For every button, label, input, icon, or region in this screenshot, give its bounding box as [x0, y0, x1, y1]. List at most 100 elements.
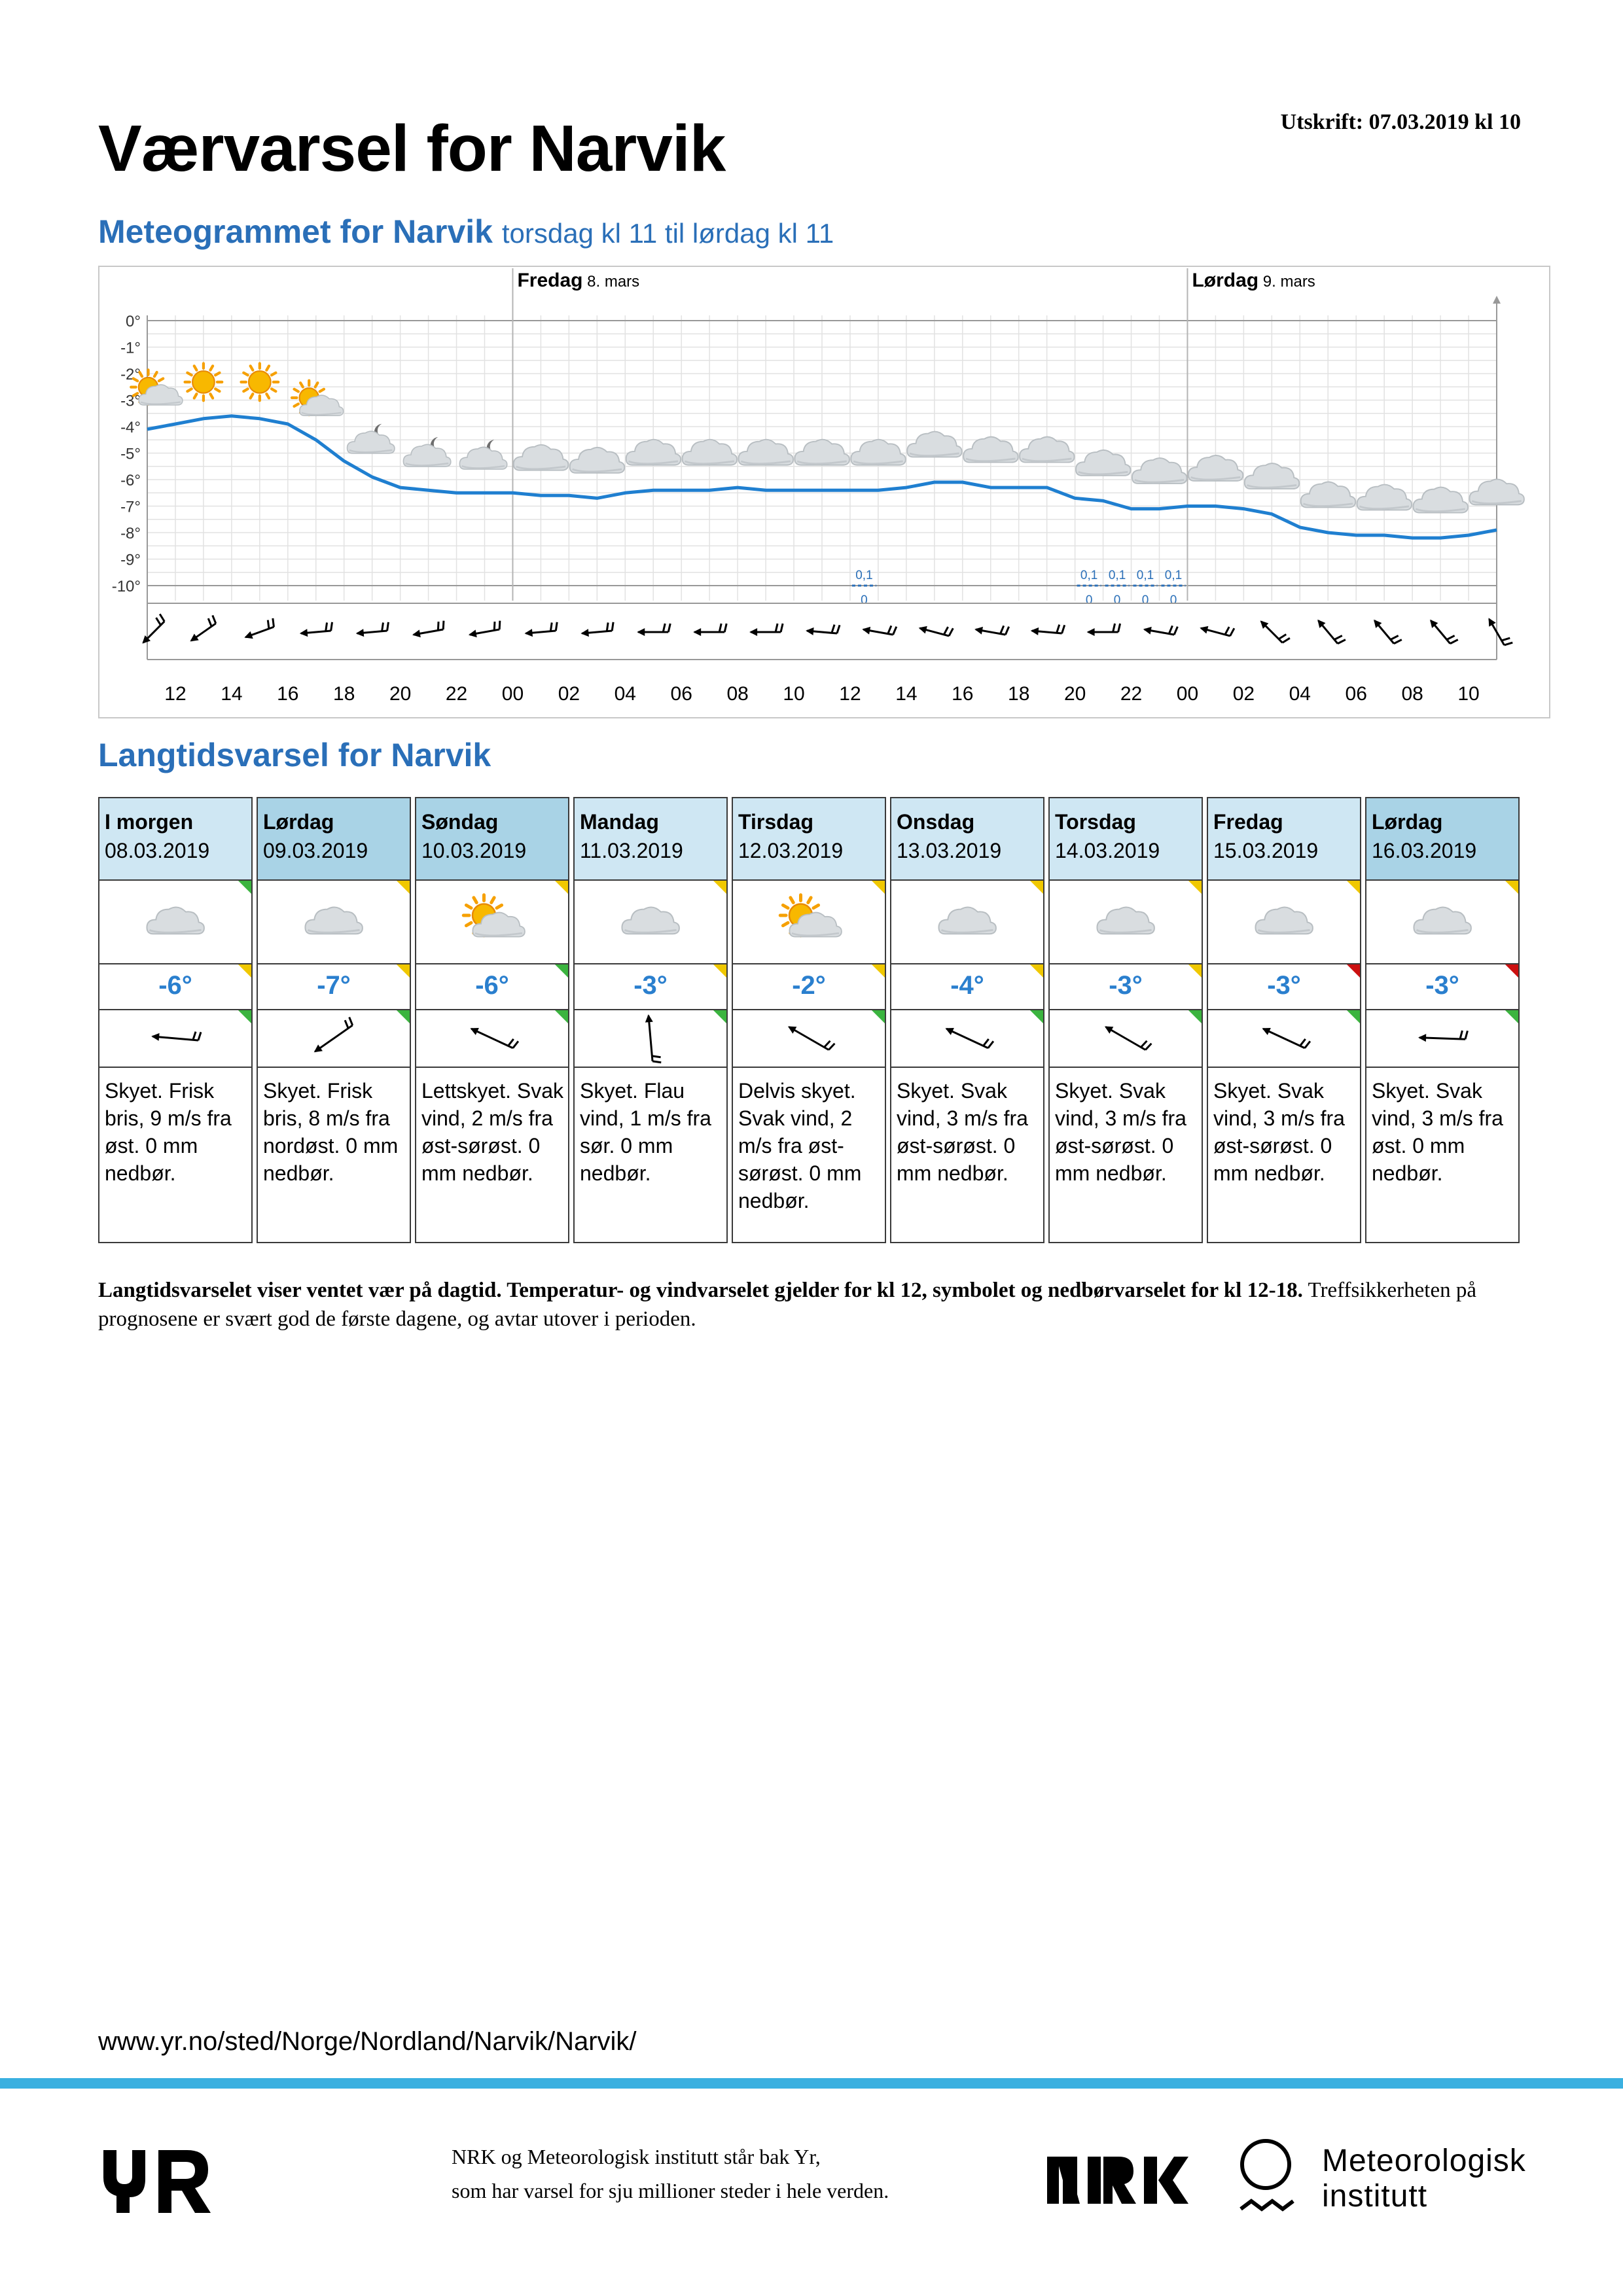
wind-barb [1168, 625, 1173, 635]
forecast-wind-cell [573, 1009, 728, 1068]
forecast-temperature: -6° [475, 971, 509, 1000]
wind-barb [442, 620, 445, 630]
forecast-date: 08.03.2019 [105, 839, 210, 862]
forecast-quality-green-marker [1505, 1010, 1518, 1023]
site-url[interactable]: www.yr.no/sted/Norge/Nordland/Narvik/Nar… [98, 2027, 637, 2057]
y-tick-label: 0° [126, 313, 141, 330]
forecast-symbol-cell [1048, 879, 1203, 964]
cloud-icon [1096, 906, 1155, 935]
x-tick-label: 00 [1177, 683, 1198, 705]
forecast-description: Skyet. Flau vind, 1 m/s fra sør. 0 mm ne… [580, 1079, 711, 1185]
wind-barb [652, 1060, 662, 1064]
wind-barb [325, 622, 329, 631]
cloud-icon [146, 906, 205, 935]
forecast-symbol-cell [1365, 879, 1520, 964]
cloud-shape [1413, 906, 1472, 935]
wind-barb [1229, 627, 1236, 637]
forecast-wind-cell [890, 1009, 1044, 1068]
partly-cloudy-day-icon [290, 379, 344, 417]
forecast-symbol-cell [415, 879, 569, 964]
sun-ray [186, 371, 193, 377]
wind-barb [1145, 1042, 1152, 1051]
forecast-symbol [938, 906, 997, 935]
cloud-shape [621, 906, 680, 935]
arrow-head [1030, 627, 1039, 635]
forecast-symbol [461, 893, 526, 938]
forecast-temperature: -3° [1267, 971, 1301, 1000]
forecast-quality-green-marker [397, 1010, 410, 1023]
forecast-wind-cell [1048, 1009, 1203, 1068]
cloud-shape [1300, 481, 1357, 508]
y-tick-label: -9° [120, 552, 141, 569]
forecast-temperature-cell: -3° [1365, 963, 1520, 1010]
y-tick-label: -10° [112, 578, 141, 595]
cloud-shape [512, 444, 569, 471]
precipitation-min: 0 [1142, 593, 1149, 607]
forecast-wind-svg [645, 1014, 662, 1064]
cloud-shape [569, 446, 626, 474]
forecast-text-cell: Skyet. Svak vind, 3 m/s fra øst-sørøst. … [890, 1067, 1044, 1243]
x-tick-label: 06 [671, 683, 692, 705]
arrow-head [693, 628, 702, 636]
arrow-head [862, 626, 871, 635]
forecast-symbol [146, 906, 205, 935]
arrow-head [1104, 1026, 1114, 1034]
met-name-line-1: Meteorologisk [1322, 2144, 1526, 2178]
forecast-text-cell: Lettskyet. Svak vind, 2 m/s fra øst-sørø… [415, 1067, 569, 1243]
sun-ray [249, 392, 255, 400]
arrow-shaft [471, 1027, 514, 1050]
cloud-shape [1131, 457, 1188, 484]
nrk-logo [1047, 2157, 1188, 2204]
wind-barb [828, 1042, 836, 1051]
meteogram-heading: Meteogrammet for Narvik torsdag kl 11 ti… [98, 213, 834, 251]
wind-barb [892, 626, 898, 635]
arrow-head [580, 629, 589, 637]
forecast-day-header: Søndag 10.03.2019 [415, 797, 569, 881]
forecast-symbol [778, 893, 842, 938]
yr-logo [103, 2150, 211, 2213]
forecast-symbol-cell [732, 879, 886, 964]
wind-barb [1504, 641, 1513, 646]
forecast-date: 16.03.2019 [1372, 839, 1477, 862]
sun-ray [192, 392, 198, 400]
forecast-wind-svg [1104, 1026, 1152, 1051]
forecast-day-name: Søndag [421, 810, 499, 834]
cloud-icon [850, 438, 906, 466]
forecast-day-column: I morgen 08.03.2019 -6° Skyet. Frisk bris, … [98, 797, 253, 1243]
footnote: Langtidsvarselet viser ventet vær på dag… [98, 1276, 1525, 1333]
forecast-day-header: Mandag 11.03.2019 [573, 797, 728, 881]
x-tick-label: 22 [446, 683, 467, 705]
y-tick-label: -7° [120, 499, 141, 516]
arrow-shaft [946, 1027, 989, 1050]
footnote-bold: Langtidsvarselet viser ventet vær på dag… [98, 1279, 1303, 1302]
forecast-temperature-cell: -6° [415, 963, 569, 1010]
arrow-head [974, 626, 983, 635]
forecast-day-column: Fredag 15.03.2019 -3° Skyet. Svak vind, 3 m… [1207, 797, 1361, 1243]
precipitation-mark: 0,10 [851, 569, 876, 607]
forecast-symbol [1413, 906, 1472, 935]
forecast-temperature-cell: -7° [257, 963, 411, 1010]
forecast-day-column: Søndag 10.03.2019 -6° Lettskyet. Svak vind,… [415, 797, 569, 1243]
wind-barb [192, 1031, 197, 1040]
forecast-quality-yellow-marker [397, 881, 410, 894]
arrow-head [918, 626, 927, 634]
wind-arrow-icon [787, 1026, 836, 1051]
wind-barb [1140, 1040, 1148, 1048]
cloud-shape [963, 436, 1019, 463]
arrow-shaft [1262, 1027, 1306, 1050]
x-tick-label: 22 [1120, 683, 1142, 705]
cloud-shape [625, 438, 682, 466]
page-title: Værvarsel for Narvik [98, 112, 726, 185]
wind-arrow [1488, 618, 1513, 646]
cloud-shape [1469, 478, 1525, 506]
sun-ray [265, 392, 271, 400]
arrow-shaft [647, 1016, 654, 1061]
cloud-icon [621, 906, 680, 935]
wind-barb [948, 627, 954, 637]
meteogram-svg: Fredag 8. mars Lørdag 9. mars0°-1°-2°-3°-… [112, 268, 1525, 705]
partly-cloudy-night-icon [346, 423, 395, 454]
sun-ray [464, 921, 473, 928]
cloud-icon [738, 438, 794, 466]
cloud-icon [1356, 484, 1412, 511]
wind-barb [1117, 623, 1122, 633]
